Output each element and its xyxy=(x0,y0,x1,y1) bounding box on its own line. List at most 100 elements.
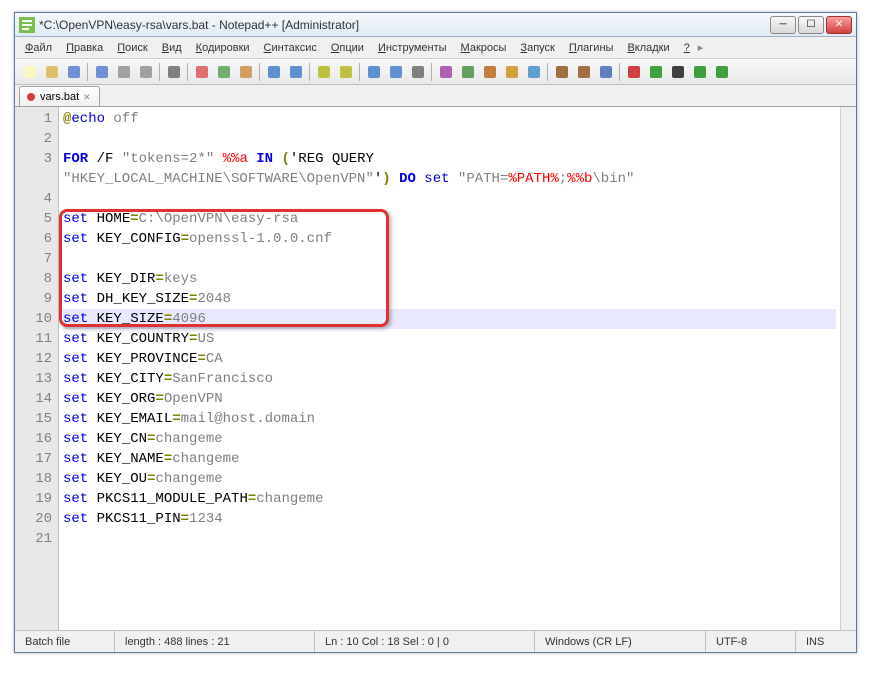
toolbar-zoomin-button[interactable] xyxy=(363,61,384,82)
tab-close-icon[interactable]: ✕ xyxy=(83,92,93,102)
line-number: 4 xyxy=(17,189,52,209)
menu-вид[interactable]: Вид xyxy=(156,40,188,56)
toolbar-closeall-button[interactable] xyxy=(135,61,156,82)
maximize-button[interactable]: ☐ xyxy=(798,16,824,34)
toolbar-new-button[interactable] xyxy=(19,61,40,82)
menu-инструменты[interactable]: Инструменты xyxy=(372,40,453,56)
code-line[interactable]: set KEY_DIR=keys xyxy=(63,269,836,289)
menu-вкладки[interactable]: Вкладки xyxy=(621,40,675,56)
code-line[interactable]: set KEY_EMAIL=mail@host.domain xyxy=(63,409,836,429)
toolbar-find-button[interactable] xyxy=(313,61,334,82)
toolbar-comment-button[interactable] xyxy=(551,61,572,82)
menu-макросы[interactable]: Макросы xyxy=(455,40,513,56)
code-line[interactable]: set PKCS11_MODULE_PATH=changeme xyxy=(63,489,836,509)
toolbar-uncomment-button[interactable] xyxy=(573,61,594,82)
line-number: 14 xyxy=(17,389,52,409)
line-number: 9 xyxy=(17,289,52,309)
replace-icon xyxy=(338,64,354,80)
code-line[interactable] xyxy=(63,129,836,149)
code-line[interactable]: set KEY_CITY=SanFrancisco xyxy=(63,369,836,389)
toolbar-cut-button[interactable] xyxy=(191,61,212,82)
minimize-button[interactable]: ─ xyxy=(770,16,796,34)
toolbar-run-button[interactable] xyxy=(711,61,732,82)
toolbar-folder-button[interactable] xyxy=(501,61,522,82)
menu-правка[interactable]: Правка xyxy=(60,40,109,56)
code-line[interactable] xyxy=(63,529,836,549)
folder-icon xyxy=(504,64,520,80)
code-line[interactable]: set KEY_OU=changeme xyxy=(63,469,836,489)
toolbar-redo-button[interactable] xyxy=(285,61,306,82)
code-line[interactable]: @echo off xyxy=(63,109,836,129)
menu-кодировки[interactable]: Кодировки xyxy=(190,40,256,56)
line-number: 1 xyxy=(17,109,52,129)
toolbar-playlist-button[interactable] xyxy=(689,61,710,82)
toolbar-saveall-button[interactable] xyxy=(91,61,112,82)
code-line[interactable]: FOR /F "tokens=2*" %%a IN ('REG QUERY xyxy=(63,149,836,169)
toolbar-undo-button[interactable] xyxy=(263,61,284,82)
code-line[interactable]: set KEY_PROVINCE=CA xyxy=(63,349,836,369)
toolbar-open-button[interactable] xyxy=(41,61,62,82)
menubar: ФайлПравкаПоискВидКодировкиСинтаксисОпци… xyxy=(15,37,856,59)
menu-запуск[interactable]: Запуск xyxy=(514,40,560,56)
menu-поиск[interactable]: Поиск xyxy=(111,40,153,56)
tab-label: vars.bat xyxy=(40,91,79,103)
toolbar-copy-button[interactable] xyxy=(213,61,234,82)
code-area[interactable]: @echo off FOR /F "tokens=2*" %%a IN ('RE… xyxy=(59,107,840,630)
func-icon xyxy=(526,64,542,80)
comment-icon xyxy=(554,64,570,80)
tab-vars-bat[interactable]: vars.bat ✕ xyxy=(19,86,100,106)
code-line[interactable]: set KEY_COUNTRY=US xyxy=(63,329,836,349)
open-icon xyxy=(44,64,60,80)
toolbar-indent-button[interactable] xyxy=(457,61,478,82)
toolbar-paste-button[interactable] xyxy=(235,61,256,82)
code-line[interactable]: set PKCS11_PIN=1234 xyxy=(63,509,836,529)
paste-icon xyxy=(238,64,254,80)
code-line[interactable]: set KEY_SIZE=4096 xyxy=(63,309,836,329)
code-line[interactable]: set KEY_ORG=OpenVPN xyxy=(63,389,836,409)
vertical-scrollbar[interactable] xyxy=(840,107,856,630)
toolbar-replace-button[interactable] xyxy=(335,61,356,82)
code-line[interactable]: set KEY_CN=changeme xyxy=(63,429,836,449)
toolbar xyxy=(15,59,856,85)
toolbar-bookmark-button[interactable] xyxy=(595,61,616,82)
code-line[interactable]: set DH_KEY_SIZE=2048 xyxy=(63,289,836,309)
code-line[interactable] xyxy=(63,189,836,209)
code-line[interactable] xyxy=(63,249,836,269)
status-pos: Ln : 10 Col : 18 Sel : 0 | 0 xyxy=(315,631,535,652)
status-eol[interactable]: Windows (CR LF) xyxy=(535,631,706,652)
editor[interactable]: 123456789101112131415161718192021 @echo … xyxy=(15,107,856,630)
code-line[interactable]: set KEY_CONFIG=openssl-1.0.0.cnf xyxy=(63,229,836,249)
line-number: 7 xyxy=(17,249,52,269)
menu-плагины[interactable]: Плагины xyxy=(563,40,620,56)
toolbar-lang-button[interactable] xyxy=(479,61,500,82)
toolbar-print-button[interactable] xyxy=(163,61,184,82)
code-line[interactable]: "HKEY_LOCAL_MACHINE\SOFTWARE\OpenVPN"') … xyxy=(63,169,836,189)
wrap-icon xyxy=(410,64,426,80)
menu-файл[interactable]: Файл xyxy=(19,40,58,56)
toolbar-zoomout-button[interactable] xyxy=(385,61,406,82)
toolbar-func-button[interactable] xyxy=(523,61,544,82)
toolbar-play-button[interactable] xyxy=(645,61,666,82)
toolbar-save-button[interactable] xyxy=(63,61,84,82)
cut-icon xyxy=(194,64,210,80)
toolbar-wrap-button[interactable] xyxy=(407,61,428,82)
titlebar[interactable]: *C:\OpenVPN\easy-rsa\vars.bat - Notepad+… xyxy=(15,13,856,37)
code-line[interactable]: set KEY_NAME=changeme xyxy=(63,449,836,469)
app-icon xyxy=(19,17,35,33)
menu-overflow-icon[interactable]: ▸ xyxy=(698,41,708,54)
menu-синтаксис[interactable]: Синтаксис xyxy=(258,40,323,56)
menu-?[interactable]: ? xyxy=(678,40,696,56)
line-gutter: 123456789101112131415161718192021 xyxy=(15,107,59,630)
code-line[interactable]: set HOME=C:\OpenVPN\easy-rsa xyxy=(63,209,836,229)
status-enc[interactable]: UTF-8 xyxy=(706,631,796,652)
toolbar-record-button[interactable] xyxy=(623,61,644,82)
close-button[interactable]: ✕ xyxy=(826,16,852,34)
run-icon xyxy=(714,64,730,80)
stop-icon xyxy=(670,64,686,80)
menu-опции[interactable]: Опции xyxy=(325,40,370,56)
toolbar-stop-button[interactable] xyxy=(667,61,688,82)
zoomin-icon xyxy=(366,64,382,80)
toolbar-allchars-button[interactable] xyxy=(435,61,456,82)
toolbar-close-button[interactable] xyxy=(113,61,134,82)
status-mode[interactable]: INS xyxy=(796,631,856,652)
